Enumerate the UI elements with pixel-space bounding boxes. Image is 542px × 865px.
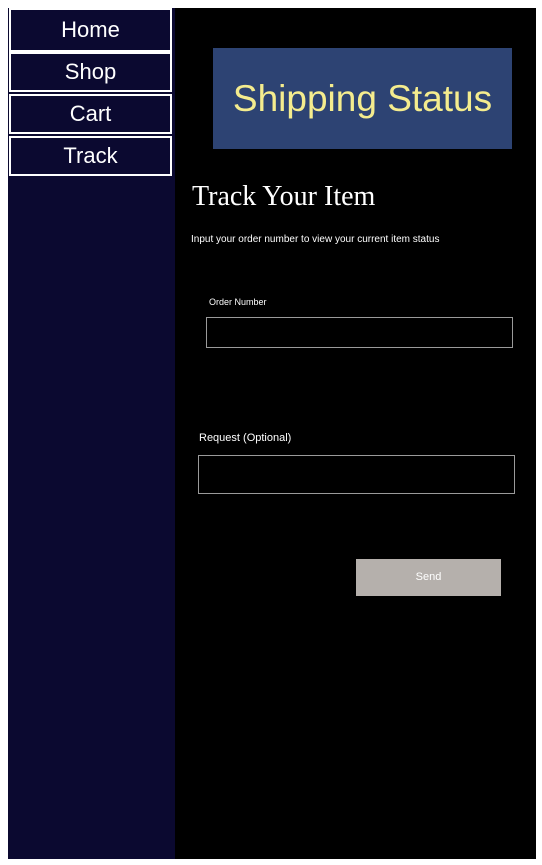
request-input[interactable] (198, 455, 515, 494)
order-number-label: Order Number (209, 297, 267, 307)
request-label: Request (Optional) (199, 432, 292, 444)
nav-item-track[interactable]: Track (9, 136, 172, 176)
sidebar-nav: Home Shop Cart Track (8, 8, 175, 859)
form-subtitle: Input your order number to view your cur… (191, 234, 440, 245)
shipping-status-banner: Shipping Status (213, 48, 512, 149)
page-frame: Home Shop Cart Track Shipping Status Tra… (8, 8, 536, 859)
order-number-input[interactable] (206, 317, 513, 348)
nav-item-cart[interactable]: Cart (9, 94, 172, 134)
send-button[interactable]: Send (356, 559, 501, 596)
form-title: Track Your Item (192, 181, 376, 212)
nav-item-home[interactable]: Home (9, 8, 172, 52)
nav-item-shop[interactable]: Shop (9, 52, 172, 92)
